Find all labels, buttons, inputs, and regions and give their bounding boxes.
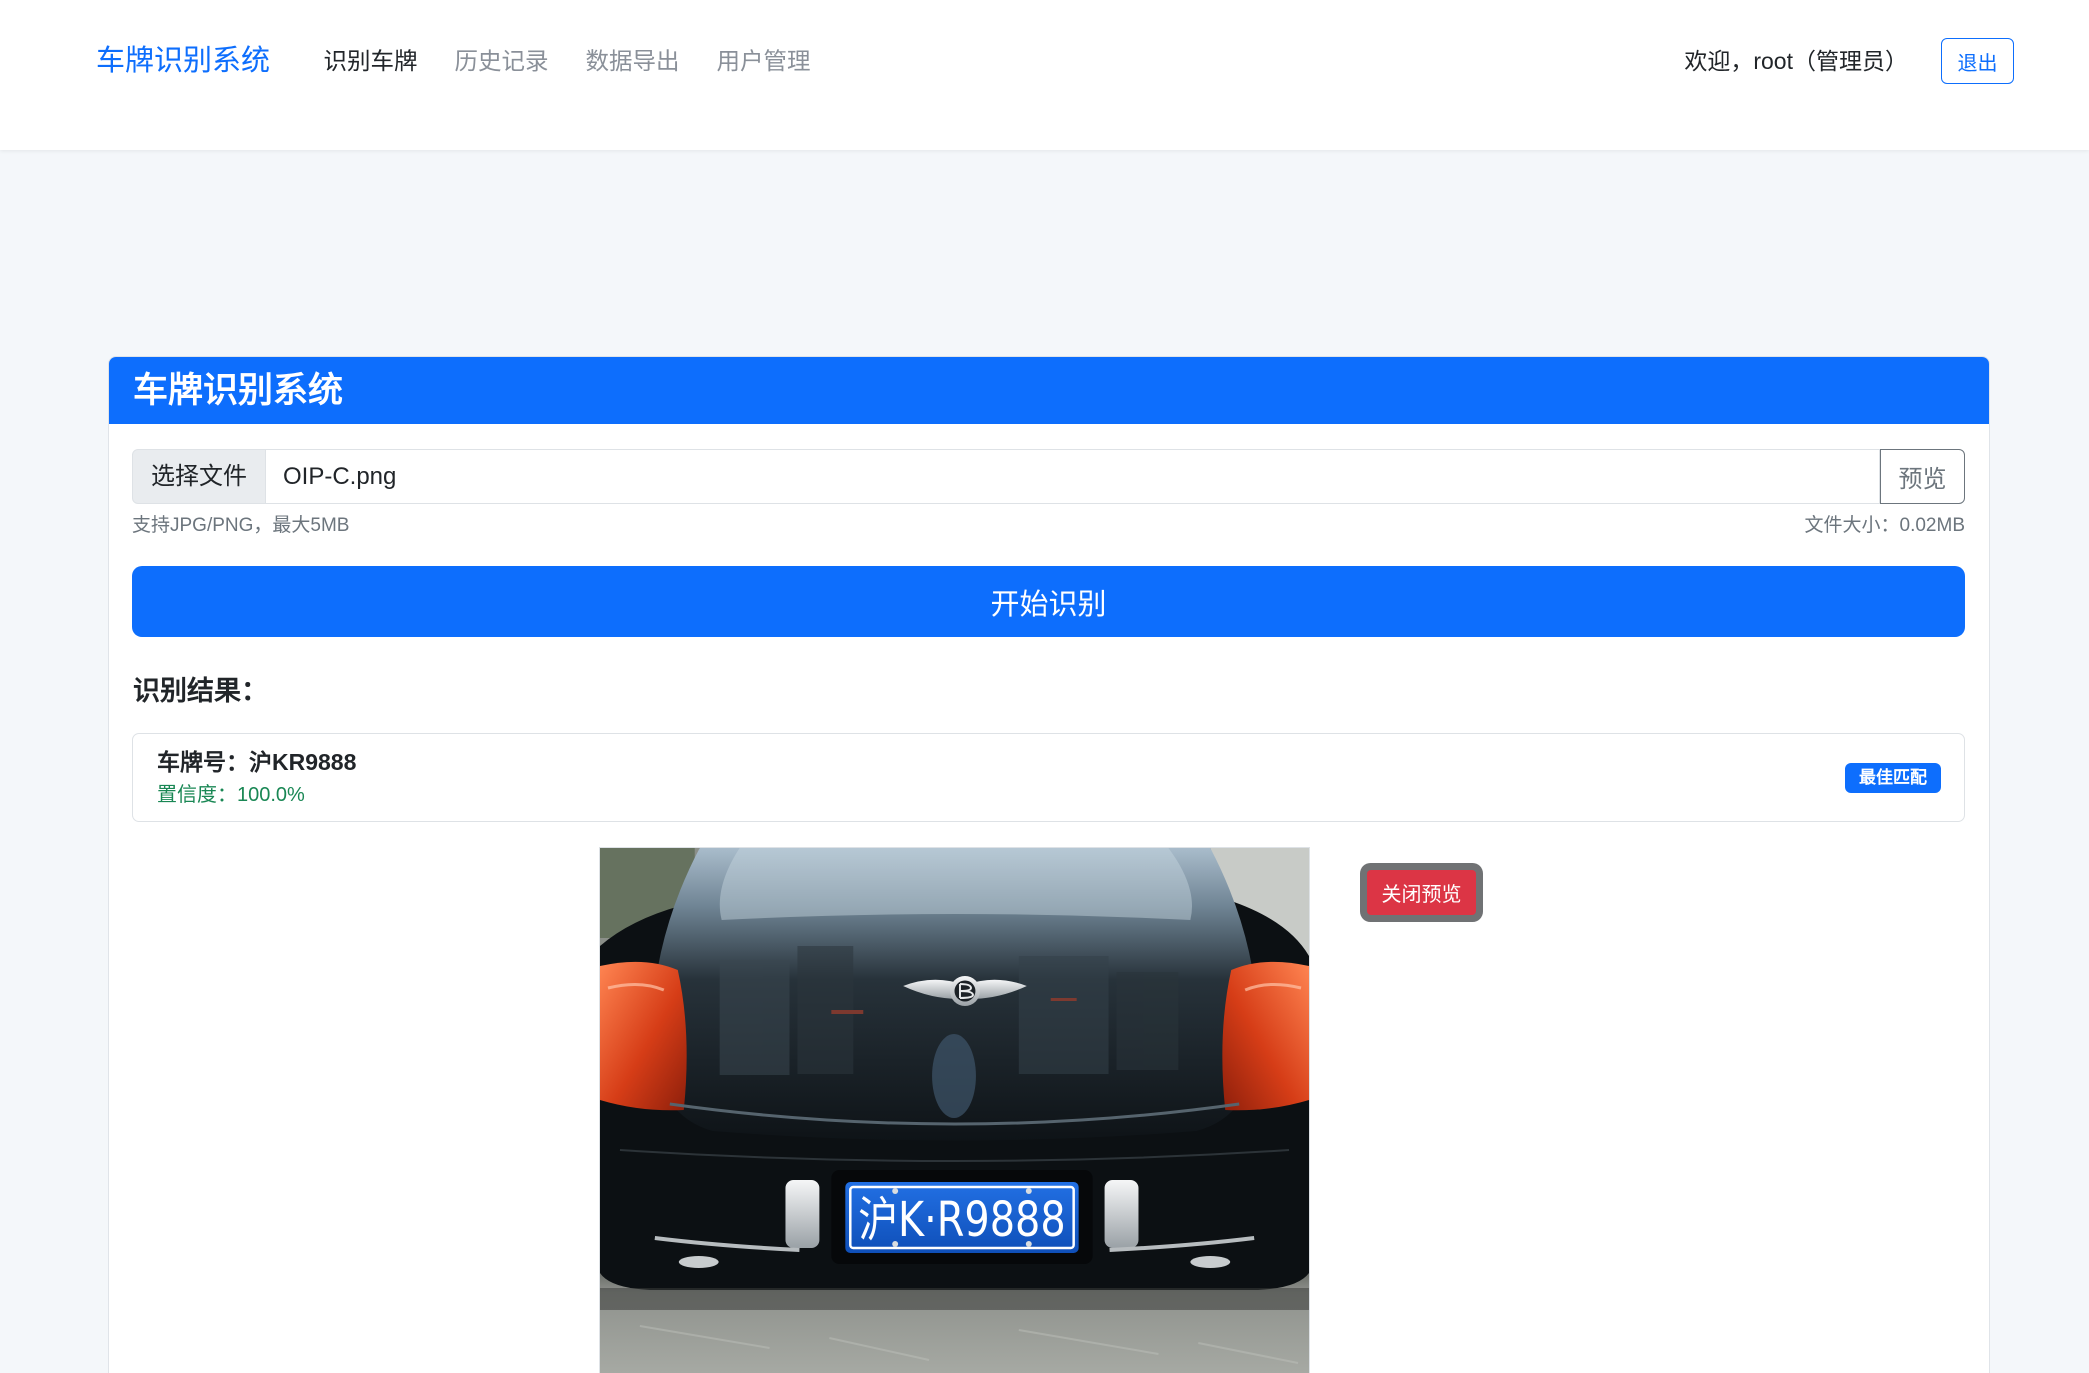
exhaust-right <box>1190 1256 1231 1268</box>
reverse-light-left <box>785 1180 820 1248</box>
logout-button[interactable]: 退出 <box>1941 38 2014 84</box>
preview-button[interactable]: 预览 <box>1880 449 1965 504</box>
choose-file-button[interactable]: 选择文件 <box>132 449 266 504</box>
file-format-hint: 支持JPG/PNG，最大5MB <box>132 515 350 536</box>
nav-link-recognize-plate[interactable]: 识别车牌 <box>305 38 436 84</box>
file-size-label: 文件大小： <box>1804 515 1900 536</box>
file-size-info: 文件大小：0.02MB <box>1805 512 1966 540</box>
result-item: 车牌号：沪KR9888 置信度：100.0% 最佳匹配 <box>132 733 1965 822</box>
reverse-light-right <box>1104 1180 1139 1248</box>
car-photo: 沪K·R9888 <box>600 848 1309 1373</box>
nav-links: 识别车牌 历史记录 数据导出 用户管理 <box>305 38 829 84</box>
license-plate: 沪K·R9888 <box>845 1182 1079 1253</box>
page: 车牌识别系统 识别车牌 历史记录 数据导出 用户管理 欢迎，root（管理员） … <box>0 0 2089 1373</box>
rear-window-reflection <box>719 848 1193 920</box>
start-recognition-button[interactable]: 开始识别 <box>132 566 1965 637</box>
card-title: 车牌识别系统 <box>109 357 1989 424</box>
plate-number-label: 车牌号： <box>157 749 249 775</box>
preview-image: 沪K·R9888 <box>599 847 1310 1373</box>
recognition-card: 车牌识别系统 选择文件 OIP-C.png 预览 支持JPG/PNG，最大5MB… <box>108 356 1990 1373</box>
confidence-label: 置信度： <box>157 784 237 806</box>
results-heading: 识别结果： <box>133 676 268 706</box>
top-navbar: 车牌识别系统 识别车牌 历史记录 数据导出 用户管理 欢迎，root（管理员） … <box>0 0 2089 150</box>
plate-number-value: 沪KR9888 <box>249 749 357 775</box>
plate-number-line: 车牌号：沪KR9888 <box>157 747 356 777</box>
welcome-text: 欢迎，root（管理员） <box>1684 48 1908 74</box>
confidence-line: 置信度：100.0% <box>157 782 356 808</box>
car-shadow <box>600 1288 1309 1310</box>
preview-area: 沪K·R9888 关闭预览 <box>132 847 1965 1373</box>
person-reflection <box>932 1034 976 1118</box>
confidence-value: 100.0% <box>237 784 305 806</box>
result-text: 车牌号：沪KR9888 置信度：100.0% <box>157 747 356 808</box>
nav-link-history[interactable]: 历史记录 <box>436 38 567 84</box>
card-body: 选择文件 OIP-C.png 预览 支持JPG/PNG，最大5MB 文件大小：0… <box>109 424 1989 1373</box>
close-preview-button[interactable]: 关闭预览 <box>1367 870 1476 915</box>
plate-text-in-photo: 沪K·R9888 <box>858 1193 1065 1248</box>
nav-link-data-export[interactable]: 数据导出 <box>567 38 698 84</box>
selected-file-name[interactable]: OIP-C.png <box>266 449 1880 504</box>
nav-link-user-management[interactable]: 用户管理 <box>698 38 829 84</box>
file-hint-row: 支持JPG/PNG，最大5MB 文件大小：0.02MB <box>132 512 1965 540</box>
file-input-group: 选择文件 OIP-C.png 预览 <box>132 449 1965 504</box>
file-size-value: 0.02MB <box>1899 515 1965 536</box>
brand-link[interactable]: 车牌识别系统 <box>96 38 270 84</box>
best-match-badge: 最佳匹配 <box>1845 762 1941 793</box>
exhaust-left <box>678 1256 719 1268</box>
